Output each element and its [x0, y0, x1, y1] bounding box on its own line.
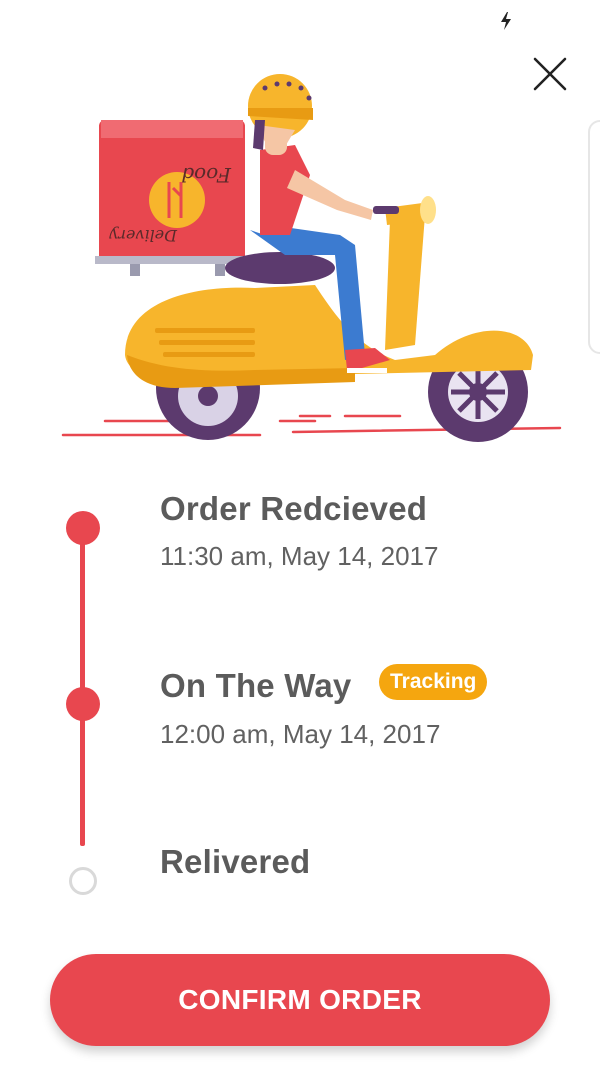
delivery-box-icon: Food Delivery: [95, 120, 245, 276]
step-2-title: On The Way: [160, 667, 352, 704]
step-2-time: 12:00 am, May 14, 2017: [160, 719, 441, 749]
step-1-title: Order Redcieved: [160, 490, 428, 527]
step-1-time: 11:30 am, May 14, 2017: [160, 541, 439, 571]
box-text-delivery: Delivery: [108, 226, 178, 245]
step-3-title: Relivered: [160, 843, 311, 880]
confirm-order-button[interactable]: CONFIRM ORDER: [50, 954, 550, 1046]
status-bar: [0, 0, 600, 40]
step-2-status-dot: [66, 687, 100, 721]
box-text-food: Food: [181, 163, 232, 187]
step-3-status-dot: [69, 867, 97, 895]
edge-panel-handle[interactable]: [588, 120, 600, 354]
charging-bolt-icon: [501, 12, 511, 30]
tracking-badge[interactable]: Tracking: [379, 664, 488, 700]
order-status-timeline: Order Redcieved 11:30 am, May 14, 2017 O…: [0, 470, 600, 910]
delivery-scooter-illustration: Food Delivery: [61, 74, 562, 442]
step-1-status-dot: [66, 511, 100, 545]
